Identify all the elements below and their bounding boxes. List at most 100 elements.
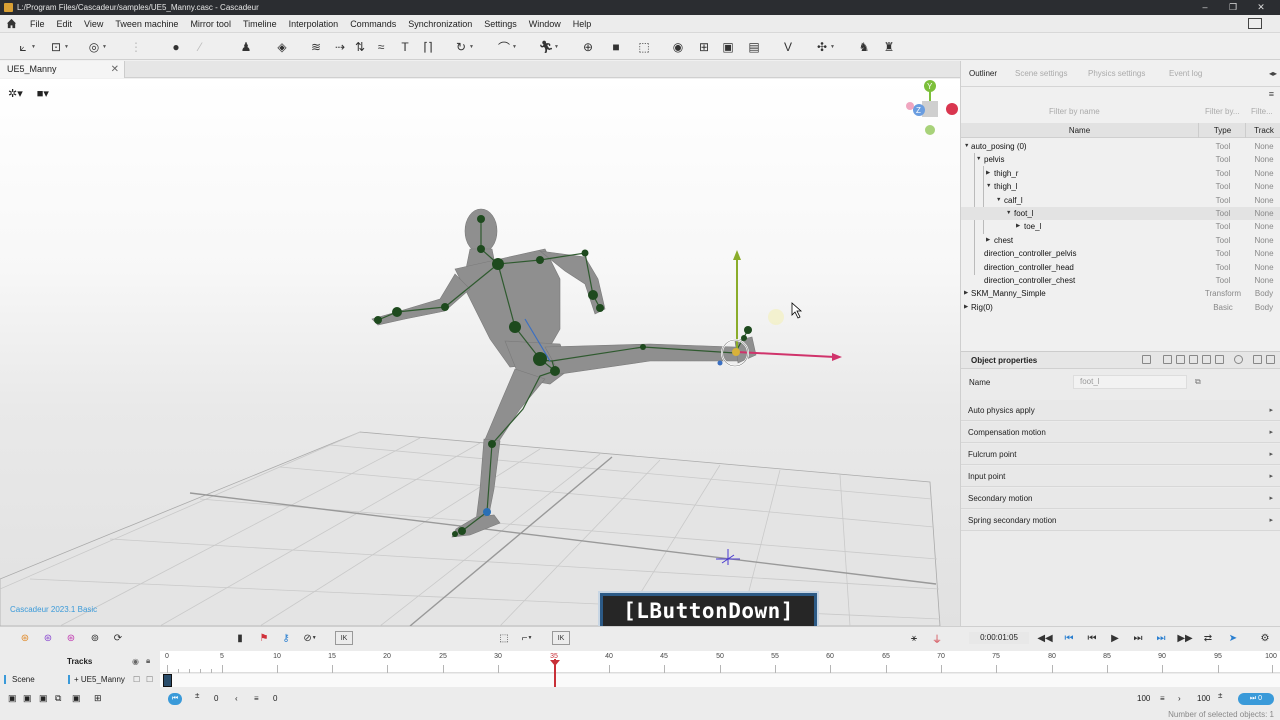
tree-item[interactable]: direction_controller_head Tool None xyxy=(961,261,1280,274)
spiral-icon[interactable]: ◉ xyxy=(670,39,686,55)
frame-select-icon[interactable]: ⬚ xyxy=(636,39,652,55)
arrows-icon[interactable]: ⇅ xyxy=(352,39,368,55)
link-icon[interactable] xyxy=(1176,355,1185,364)
fulcrum-icon[interactable]: ⊛ xyxy=(64,631,78,645)
tree-item[interactable]: ▶ Rig(0) Basic Body xyxy=(961,301,1280,314)
axis-icon[interactable]: ⟀ ▼ xyxy=(15,39,36,55)
outliner-menu-icon[interactable]: ≡ xyxy=(1269,89,1274,99)
delete-icon[interactable]: ▣ xyxy=(72,693,81,704)
column-type[interactable]: Type xyxy=(1200,123,1246,138)
section-fulcrum-point[interactable]: Fulcrum point ▸ xyxy=(961,444,1280,465)
tree-item[interactable]: ▼ calf_l Tool None xyxy=(961,194,1280,207)
tab-event-log[interactable]: Event log xyxy=(1169,69,1202,78)
loop-playback-icon[interactable]: ⇄ xyxy=(1201,631,1215,645)
text-tool-icon[interactable]: T xyxy=(397,39,413,55)
user-icon[interactable] xyxy=(1266,355,1275,364)
time-display[interactable]: 0:00:01:05 xyxy=(969,632,1029,644)
menu-synchronization[interactable]: Synchronization xyxy=(402,15,478,33)
range-end-button[interactable]: ⏭ 0 xyxy=(1238,693,1274,705)
flag-icon[interactable]: ⚑ xyxy=(257,631,271,645)
list-icon[interactable] xyxy=(1215,355,1224,364)
lock-icon[interactable]: 🔒︎ xyxy=(146,656,150,666)
path-icon[interactable]: ⇢ xyxy=(332,39,348,55)
close-window-button[interactable]: ✕ xyxy=(1247,0,1275,15)
auto-key-icon[interactable]: ⚹ xyxy=(907,631,921,645)
eye-icon[interactable] xyxy=(1234,355,1243,364)
tree-item[interactable]: direction_controller_chest Tool None xyxy=(961,274,1280,287)
tabs-overflow-icon[interactable]: ◂▸ xyxy=(1269,69,1277,78)
next-frame-icon[interactable]: ⏭ xyxy=(1131,631,1145,645)
range-menu-icon[interactable]: ≡ xyxy=(1160,694,1165,703)
home-icon[interactable] xyxy=(6,18,17,29)
track-lane[interactable] xyxy=(160,674,1280,687)
tree-item[interactable]: direction_controller_pelvis Tool None xyxy=(961,247,1280,260)
track-row-scene[interactable]: Scene + UE5_Manny ☐ ☐ xyxy=(0,674,1280,687)
import-icon[interactable] xyxy=(1253,355,1262,364)
section-auto-physics-apply[interactable]: Auto physics apply ▸ xyxy=(961,400,1280,421)
tab-outliner[interactable]: Outliner xyxy=(969,69,997,78)
object-track-label[interactable]: + UE5_Manny xyxy=(68,675,125,684)
autophysics-icon[interactable]: ⊛ xyxy=(41,631,55,645)
tab-scene-settings[interactable]: Scene settings xyxy=(1015,69,1067,78)
tree-item[interactable]: ▼ pelvis Tool None xyxy=(961,153,1280,166)
settings-gear-icon[interactable]: ⚙ xyxy=(1258,631,1272,645)
swap-icon[interactable]: ▤ xyxy=(746,39,762,55)
section-input-point[interactable]: Input point ▸ xyxy=(961,466,1280,487)
keyframe-marker[interactable] xyxy=(163,674,172,687)
point-icon[interactable]: ● xyxy=(168,39,184,55)
eraser-icon[interactable]: ◈ xyxy=(274,39,290,55)
joint-icon[interactable]: ⁄ xyxy=(192,39,208,55)
track-lock-checkbox[interactable]: ☐ xyxy=(146,675,153,684)
close-tab-icon[interactable]: ✕ xyxy=(111,61,119,78)
filter-track-input[interactable]: Filte... xyxy=(1251,107,1273,116)
filter-type-input[interactable]: Filter by... xyxy=(1205,107,1240,116)
end-frame-field[interactable]: 100 xyxy=(1137,694,1150,703)
range-start-button[interactable]: ⏮ xyxy=(168,693,182,705)
filter-icon[interactable] xyxy=(1163,355,1172,364)
tree-item[interactable]: ▶ toe_l Tool None xyxy=(961,220,1280,233)
add-track-icon[interactable]: ▣ xyxy=(8,693,17,704)
maximize-button[interactable]: ❐ xyxy=(1219,0,1247,15)
column-name[interactable]: Name xyxy=(961,123,1199,138)
end-frame-field-2[interactable]: 100 xyxy=(1197,694,1210,703)
menu-interpolation[interactable]: Interpolation xyxy=(283,15,345,33)
end-stepper[interactable]: ± xyxy=(1218,691,1222,700)
pose-icon[interactable]: ♞ xyxy=(856,39,872,55)
prev-frame-icon[interactable]: ⏮ xyxy=(1085,631,1099,645)
menu-file[interactable]: File xyxy=(24,15,51,33)
marker-icon[interactable]: ⏚ xyxy=(930,631,944,646)
no-entry-icon[interactable]: ⊘ ▼ xyxy=(303,631,317,645)
play-icon[interactable]: ▶ xyxy=(1108,631,1122,645)
tree-item[interactable]: ▼ auto_posing (0) Tool None xyxy=(961,140,1280,153)
ik-toggle-2[interactable]: IK xyxy=(552,631,570,645)
layers-icon[interactable]: ▣ xyxy=(720,39,736,55)
add-icon[interactable]: ⊞ xyxy=(94,693,102,704)
step-back-icon[interactable]: ⋮ xyxy=(128,39,144,55)
rotate-view-icon[interactable]: ◎ ▼ xyxy=(86,39,107,55)
section-secondary-motion[interactable]: Secondary motion ▸ xyxy=(961,488,1280,509)
folder-icon[interactable]: ▣ xyxy=(39,693,48,704)
start-frame-field[interactable]: 0 xyxy=(214,694,218,703)
menu-view[interactable]: View xyxy=(78,15,109,33)
go-to-start-icon[interactable]: ⏮ xyxy=(1062,631,1076,645)
scene-track-label[interactable]: Scene xyxy=(4,675,35,684)
step-curve-icon[interactable]: ⌐ ▼ xyxy=(520,631,534,645)
rewind-icon[interactable]: ◀◀ xyxy=(1037,631,1052,645)
tab-ue5-manny[interactable]: UE5_Manny ✕ xyxy=(0,61,125,78)
mirror-pose-icon[interactable]: ♜ xyxy=(881,39,897,55)
section-compensation-motion[interactable]: Compensation motion ▸ xyxy=(961,422,1280,443)
loop-icon[interactable]: ⊚ xyxy=(88,631,102,645)
rotation-icon[interactable]: ↻ ▼ xyxy=(453,39,474,55)
fast-forward-icon[interactable]: ▶▶ xyxy=(1177,631,1192,645)
visibility-icon[interactable]: ◉ xyxy=(132,657,139,666)
tree-item[interactable]: ▶ thigh_r Tool None xyxy=(961,167,1280,180)
tree-item[interactable]: ▶ chest Tool None xyxy=(961,234,1280,247)
menu-mirror-tool[interactable]: Mirror tool xyxy=(184,15,237,33)
copy-icon[interactable] xyxy=(1142,355,1151,364)
menu-help[interactable]: Help xyxy=(567,15,598,33)
grid-snap-icon[interactable]: ⊡ ▼ xyxy=(48,39,69,55)
interpolation-icon[interactable]: ≈ xyxy=(373,39,389,55)
target-icon[interactable]: ⊕ xyxy=(580,39,596,55)
curve-sliders-icon[interactable]: ≋ xyxy=(308,39,324,55)
track-visible-checkbox[interactable]: ☐ xyxy=(133,675,140,684)
